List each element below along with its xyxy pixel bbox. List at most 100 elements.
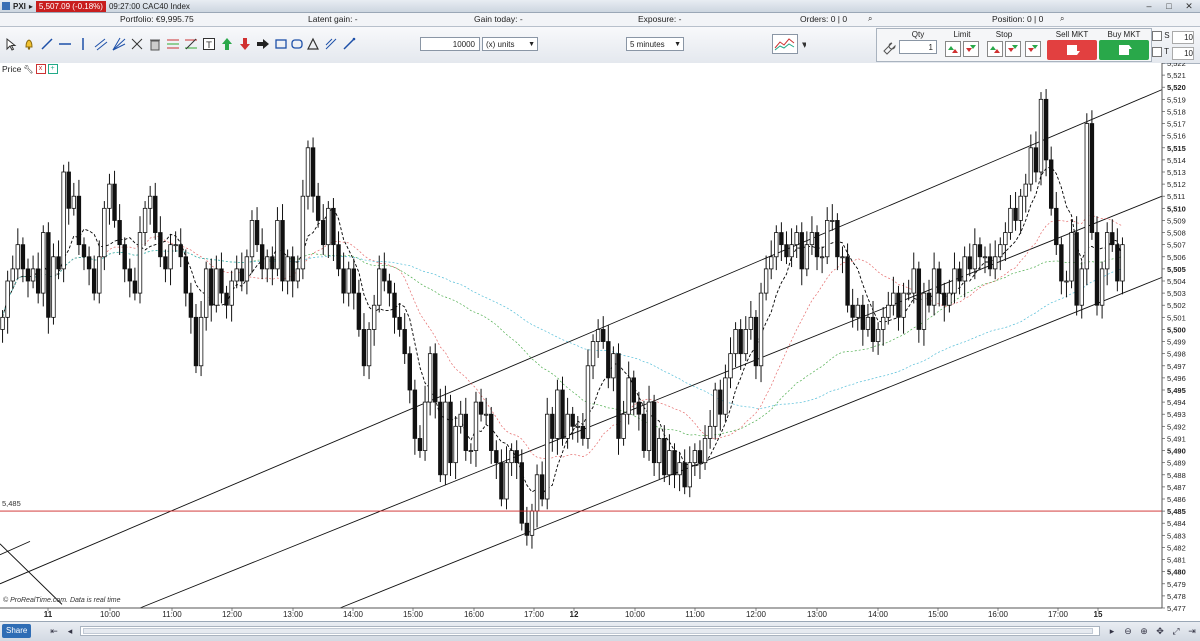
candle-body [1033,147,1039,173]
triangle-icon[interactable] [306,37,320,51]
candle-body [575,425,580,428]
arrow-up-icon[interactable] [220,37,234,51]
cursor-icon[interactable] [4,37,18,51]
candle-body [1089,123,1095,233]
candle-body [504,462,509,500]
zoom-out-icon[interactable]: ⊖ [1122,625,1134,637]
candle-body [962,256,967,282]
text-tool-icon[interactable]: T [202,37,216,51]
maximize-icon[interactable]: □ [1162,1,1176,11]
measure-icon[interactable] [342,37,356,51]
fullscreen-icon[interactable]: ⤢ [1170,625,1182,637]
stop-extra-icon[interactable] [1025,41,1041,57]
s-value[interactable]: 10 [1172,31,1194,44]
chart-type-icon[interactable]: ▼ [772,34,808,54]
candle-body [438,401,443,476]
x-tick-label: 12:00 [746,610,767,619]
add-indicator-icon[interactable]: + [47,64,58,74]
candle-body [433,353,438,403]
limit-buy-icon[interactable] [945,41,961,57]
close-icon[interactable]: ✕ [1182,1,1196,11]
s-option[interactable]: S 10 [1152,31,1196,45]
candle-body [601,329,606,342]
s-checkbox[interactable] [1152,31,1162,41]
candle-body [957,268,962,282]
x-tick-label: 17:00 [524,610,545,619]
channel-icon[interactable] [94,37,108,51]
search-icon[interactable]: ⌕ [868,14,872,24]
price-chart[interactable]: 5,477 5,478 5,479 5,480 5,481 5,482 5,483 5,484… [0,63,1200,620]
limit-sell-icon[interactable] [963,41,979,57]
y-tick-label: 5,489 [1167,459,1186,468]
candle-body [870,316,876,342]
candle-body [20,244,26,270]
share-button[interactable]: Share [2,624,32,638]
y-tick-label: 5,508 [1167,229,1186,238]
scroll-start-icon[interactable]: ⇤ [48,625,60,637]
trendline-icon[interactable] [40,37,54,51]
candlestick-chart-svg[interactable]: 5,477 5,478 5,479 5,480 5,481 5,482 5,483 5,484… [0,63,1200,620]
pitchfork-icon[interactable] [324,37,338,51]
qty-input[interactable]: 1 [899,40,937,54]
zoom-in-icon[interactable]: ⊕ [1138,625,1150,637]
candle-body [127,268,133,282]
candle-body [524,522,530,536]
arrow-down-icon[interactable] [238,37,252,51]
fibonacci-retracement-icon[interactable] [184,37,198,51]
orders-count[interactable]: Orders: 0 | 0 [800,14,847,24]
t-option[interactable]: T 10 [1152,47,1196,61]
candle-body [81,244,87,258]
rectangle-icon[interactable] [274,37,288,51]
wrench-icon[interactable]: 🔧︎ [23,65,33,74]
scroll-end-icon[interactable]: ⇥ [1186,625,1198,637]
candle-body [1023,183,1028,197]
close-panel-icon[interactable]: x [35,64,46,74]
candle-body [478,401,484,415]
scroll-right-icon[interactable]: ▸ [1106,625,1118,637]
arrow-right-icon[interactable] [256,37,270,51]
t-checkbox[interactable] [1152,47,1162,57]
candle-body [972,244,978,270]
alert-bell-icon[interactable] [22,37,36,51]
minimize-icon[interactable]: – [1142,1,1156,11]
y-tick-label: 5,498 [1167,350,1186,359]
scrollbar-thumb[interactable] [83,628,1093,634]
crosshair-icon[interactable] [130,37,144,51]
ellipse-icon[interactable] [290,37,304,51]
t-value[interactable]: 10 [1172,47,1194,60]
candle-body [234,268,239,282]
fibonacci-icon[interactable] [166,37,180,51]
search-icon[interactable]: ⌕ [1060,14,1064,24]
quantity-input[interactable]: 10000 [420,37,480,51]
candle-body [509,450,514,464]
x-tick-label: 11 [44,610,53,619]
chart-scrollbar[interactable] [80,626,1100,636]
vertical-line-icon[interactable] [76,37,90,51]
scroll-left-icon[interactable]: ◂ [64,625,76,637]
candle-body [1099,268,1105,306]
candle-body [15,244,21,270]
y-tick-label: 5,513 [1167,168,1186,177]
candle-body [860,304,866,330]
candle-body [585,365,591,439]
units-select[interactable]: (x) units ▼ [482,37,538,51]
timeframe-select[interactable]: 5 minutes ▼ [626,37,684,51]
candle-body [158,232,163,258]
candle-body [1054,207,1059,246]
stop-sell-icon[interactable] [1005,41,1021,57]
candle-body [753,316,759,367]
delete-icon[interactable] [148,37,162,51]
x-tick-label: 16:00 [464,610,485,619]
cursor-mode-icon[interactable]: ✥ [1154,625,1166,637]
stop-buy-icon[interactable] [987,41,1003,57]
x-tick-label: 12:00 [222,610,243,619]
buy-market-button[interactable] [1099,40,1149,60]
horizontal-line-icon[interactable] [58,37,72,51]
wrench-icon[interactable] [883,41,897,55]
sell-market-button[interactable] [1047,40,1097,60]
fan-icon[interactable] [112,37,126,51]
limit-label: Limit [953,30,971,39]
position-count[interactable]: Position: 0 | 0 [992,14,1043,24]
x-tick-label: 12 [570,610,579,619]
candle-body [992,256,998,270]
